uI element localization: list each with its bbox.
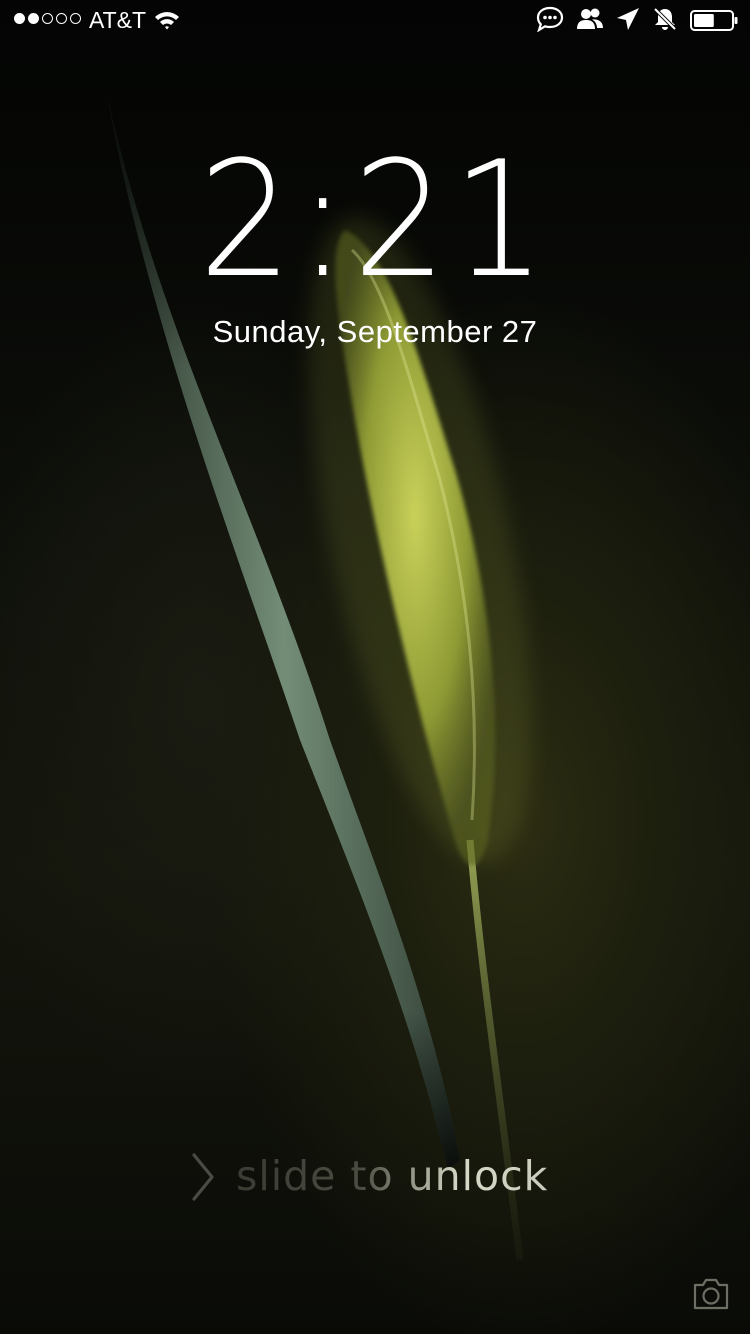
slide-to-unlock-slider[interactable]: slide to unlock [190, 1148, 550, 1208]
signal-dot [28, 13, 39, 24]
signal-dot [70, 13, 81, 24]
signal-dot [14, 13, 25, 24]
message-icon [536, 6, 564, 32]
slide-to-unlock-label: slide to unlock [236, 1148, 548, 1204]
signal-dot [56, 13, 67, 24]
lock-screen: AT&T 2:21 Sunday, September 27 slide to … [0, 0, 750, 1334]
contacts-icon [577, 8, 603, 29]
lock-screen-time: 2:21 [198, 126, 552, 313]
mute-bell-icon [653, 7, 677, 31]
status-bar: AT&T [0, 0, 750, 40]
wifi-icon [155, 12, 179, 30]
signal-dot [42, 13, 53, 24]
battery-icon [690, 10, 738, 31]
lock-screen-date: Sunday, September 27 [212, 314, 538, 349]
camera-icon[interactable] [692, 1277, 730, 1311]
carrier-name: AT&T [89, 7, 147, 33]
location-arrow-icon [617, 8, 639, 30]
battery-level-fill [694, 14, 714, 27]
chevron-right-icon[interactable] [190, 1152, 216, 1202]
signal-strength-indicator [14, 13, 81, 24]
